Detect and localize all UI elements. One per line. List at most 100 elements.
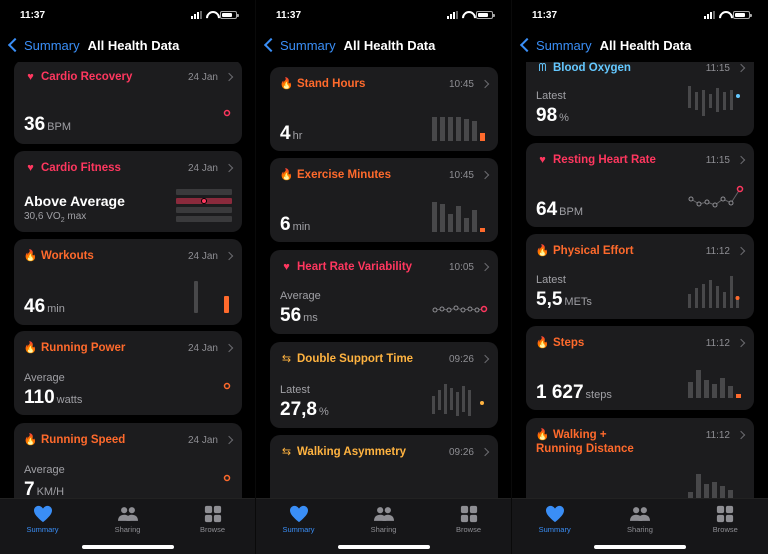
metric-value: 64 BPM (536, 199, 583, 220)
battery-icon (476, 11, 495, 19)
card-heart-rate-variability[interactable]: ♥ Heart Rate Variability 10:05 Average 5… (270, 250, 498, 334)
status-bar: 11:37 (512, 0, 768, 30)
chevron-left-icon (263, 37, 279, 53)
people-icon (629, 507, 650, 521)
wifi-icon (719, 11, 729, 19)
home-indicator (81, 545, 174, 549)
card-cardio-fitness[interactable]: ♥ Cardio Fitness 24 Jan Above Average 30… (14, 151, 242, 232)
flame-icon: 🔥 (279, 77, 294, 90)
metric-value: 98% (536, 105, 569, 126)
chevron-right-icon (480, 170, 490, 180)
tab-bar: Summary Sharing Browse (0, 498, 255, 554)
flame-icon: 🔥 (279, 168, 294, 181)
card-resting-heart-rate[interactable]: ♥ Resting Heart Rate 11:15 64 BPM (526, 143, 754, 227)
metric-value: 36 BPM (24, 114, 71, 135)
card-stand-hours[interactable]: 🔥 Stand Hours 10:45 4 hr (270, 67, 498, 151)
sparkline (432, 202, 485, 232)
metric-value: 4 hr (280, 123, 303, 144)
fitness-level-chart (176, 189, 232, 222)
metric-label: Average (24, 372, 65, 384)
metric-value: 6 min (280, 214, 311, 235)
page-title: All Health Data (599, 37, 692, 53)
metric-label: Average (280, 290, 321, 302)
tab-browse[interactable]: Browse (690, 505, 760, 554)
home-indicator (594, 545, 686, 549)
tab-browse[interactable]: Browse (178, 505, 248, 554)
card-running-speed[interactable]: 🔥 Running Speed 24 Jan Average 7 KM/H (14, 423, 242, 498)
card-walking-asymmetry[interactable]: ⇆ Walking Asymmetry 09:26 (270, 435, 498, 498)
screen-3: 11:37 Summary All Health Data ᗰ Blood Ox… (512, 0, 768, 554)
chevron-right-icon (224, 343, 234, 353)
metric-value: 1 627 steps (536, 382, 612, 403)
heart-icon: ♥ (27, 161, 34, 174)
chevron-right-icon (224, 72, 234, 82)
heart-icon: ♥ (283, 260, 290, 273)
sparkline (223, 382, 231, 390)
signal-icon (704, 11, 715, 19)
metric-value: 110 watts (24, 387, 83, 408)
card-title-line2: Running Distance (536, 443, 634, 455)
card-list: 🔥 Stand Hours 10:45 4 hr 🔥 Exercise Minu… (256, 62, 511, 498)
status-time: 11:37 (532, 9, 558, 21)
card-double-support-time[interactable]: ⇆ Double Support Time 09:26 Latest 27,8% (270, 342, 498, 428)
chevron-left-icon (519, 37, 535, 53)
arrows-icon: ⇆ (281, 352, 292, 365)
battery-icon (220, 11, 239, 19)
card-physical-effort[interactable]: 🔥 Physical Effort 11:12 Latest 5,5 METs (526, 234, 754, 319)
card-workouts[interactable]: 🔥 Workouts 24 Jan 46 min (14, 239, 242, 325)
status-time: 11:37 (20, 9, 46, 21)
card-cardio-recovery[interactable]: ♥ Cardio Recovery 24 Jan 36 BPM (14, 62, 242, 144)
chevron-right-icon (480, 79, 490, 89)
metric-value: 7 KM/H (24, 479, 65, 498)
sparkline (194, 281, 229, 313)
sparkline (688, 370, 741, 398)
card-running-power[interactable]: 🔥 Running Power 24 Jan Average 110 watts (14, 331, 242, 415)
tab-summary[interactable]: Summary (264, 505, 334, 554)
page-title: All Health Data (87, 37, 180, 53)
screen-1: 11:37 Summary All Health Data ♥ Cardio R… (0, 0, 256, 554)
sparkline (688, 185, 744, 208)
tab-browse[interactable]: Browse (434, 505, 504, 554)
grid-icon (460, 505, 477, 523)
card-steps[interactable]: 🔥 Steps 11:12 1 627 steps (526, 326, 754, 410)
status-time: 11:37 (276, 9, 302, 21)
card-list: ♥ Cardio Recovery 24 Jan 36 BPM ♥ Cardio … (0, 62, 255, 498)
nav-bar: Summary All Health Data (512, 30, 768, 60)
home-indicator (337, 545, 430, 549)
nav-bar: Summary All Health Data (0, 30, 255, 60)
flame-icon: 🔥 (535, 336, 550, 349)
nav-bar: Summary All Health Data (256, 30, 511, 60)
sparkline (688, 474, 733, 498)
sparkline (432, 305, 488, 313)
card-blood-oxygen[interactable]: ᗰ Blood Oxygen 11:15 Latest 98% (526, 62, 754, 136)
people-icon (117, 507, 138, 521)
card-list: ᗰ Blood Oxygen 11:15 Latest 98% ♥ Restin… (512, 62, 768, 498)
back-button[interactable]: Summary (518, 38, 592, 53)
battery-icon (733, 11, 752, 19)
chevron-right-icon (480, 447, 490, 457)
sparkline (432, 117, 485, 141)
heart-icon: ♥ (539, 153, 546, 166)
arrows-icon: ⇆ (281, 445, 292, 458)
chevron-right-icon (480, 262, 490, 272)
tab-summary[interactable]: Summary (520, 505, 590, 554)
chevron-right-icon (224, 163, 234, 173)
chevron-right-icon (480, 354, 490, 364)
card-walking-running-distance[interactable]: 🔥 Walking + 11:12 Running Distance (526, 418, 754, 498)
flame-icon: 🔥 (535, 244, 550, 257)
page-title: All Health Data (343, 37, 436, 53)
metric-value: 5,5 METs (536, 289, 592, 310)
back-button[interactable]: Summary (6, 38, 80, 53)
back-button[interactable]: Summary (262, 38, 336, 53)
flame-icon: 🔥 (23, 433, 38, 446)
chevron-right-icon (736, 155, 746, 165)
sparkline (688, 276, 740, 308)
screens: 11:37 Summary All Health Data ♥ Cardio R… (0, 0, 768, 554)
metric-label: Average (24, 464, 65, 476)
sparkline (688, 86, 740, 116)
signal-icon (447, 11, 458, 19)
tab-summary[interactable]: Summary (8, 505, 78, 554)
card-exercise-minutes[interactable]: 🔥 Exercise Minutes 10:45 6 min (270, 158, 498, 242)
metric-label: Latest (536, 90, 566, 102)
metric-value: 27,8% (280, 399, 329, 420)
